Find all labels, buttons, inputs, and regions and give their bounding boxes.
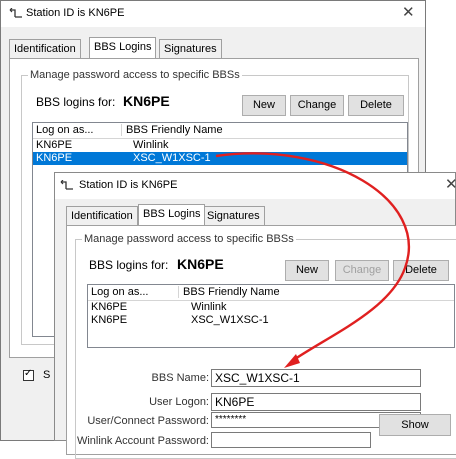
app-icon <box>60 180 73 190</box>
front-group-label: Manage password access to specific BBSs <box>82 233 296 245</box>
back-row1-logon: KN6PE <box>36 139 73 151</box>
list-item[interactable]: KN6PE Winlink <box>88 301 454 314</box>
bbs-name-field[interactable]: XSC_W1XSC-1 <box>211 369 421 387</box>
back-col-friendly[interactable]: BBS Friendly Name <box>121 124 223 136</box>
front-tab-strip: Identification BBS Logins Signatures <box>55 204 455 226</box>
list-item-selected[interactable]: KN6PE XSC_W1XSC-1 <box>33 152 407 165</box>
back-window-title: Station ID is KN6PE <box>26 7 125 19</box>
front-close-icon[interactable]: ✕ <box>445 176 456 194</box>
back-tab-identification[interactable]: Identification <box>9 39 81 58</box>
back-row2-friendly: XSC_W1XSC-1 <box>133 152 211 164</box>
app-icon <box>9 8 22 18</box>
front-new-button[interactable]: New <box>285 260 329 281</box>
front-logins-label: BBS logins for: <box>89 258 169 272</box>
front-callsign: KN6PE <box>177 256 224 272</box>
back-title-bar: Station ID is KN6PE ✕ <box>1 1 425 27</box>
back-checkbox[interactable] <box>23 368 34 381</box>
front-change-button: Change <box>335 260 389 281</box>
back-tab-bbs-logins[interactable]: BBS Logins <box>89 37 157 58</box>
back-footer-text: S <box>43 369 51 381</box>
front-tab-bbs-logins[interactable]: BBS Logins <box>138 204 206 225</box>
front-col-friendly[interactable]: BBS Friendly Name <box>178 286 280 298</box>
back-col-logon[interactable]: Log on as... <box>36 124 94 136</box>
password-label: User/Connect Password: <box>87 415 209 427</box>
back-row1-friendly: Winlink <box>133 139 169 151</box>
back-tab-strip: Identification BBS Logins Signatures <box>1 37 425 59</box>
front-title-bar: Station ID is KN6PE ✕ <box>55 173 456 199</box>
show-password-button[interactable]: Show <box>379 414 451 436</box>
back-new-button[interactable]: New <box>242 95 286 116</box>
user-logon-label: User Logon: <box>149 396 209 408</box>
front-row2-friendly: XSC_W1XSC-1 <box>191 314 269 326</box>
front-dialog-window: Station ID is KN6PE ✕ Identification BBS… <box>54 172 456 459</box>
front-window-title: Station ID is KN6PE <box>79 179 178 191</box>
back-group-label: Manage password access to specific BBSs <box>28 69 242 81</box>
back-close-icon[interactable]: ✕ <box>402 4 415 22</box>
front-tab-signatures[interactable]: Signatures <box>202 206 265 225</box>
front-delete-button[interactable]: Delete <box>393 260 449 281</box>
list-item[interactable]: KN6PE XSC_W1XSC-1 <box>88 314 454 327</box>
winlink-password-label: Winlink Account Password: <box>76 435 209 447</box>
front-bbs-list[interactable]: Log on as... BBS Friendly Name KN6PE Win… <box>87 284 455 348</box>
user-logon-field[interactable]: KN6PE <box>211 393 421 411</box>
front-list-header: Log on as... BBS Friendly Name <box>88 285 454 301</box>
front-tab-identification[interactable]: Identification <box>66 206 138 225</box>
bbs-name-label: BBS Name: <box>151 372 209 384</box>
list-item[interactable]: KN6PE Winlink <box>33 139 407 152</box>
back-change-button[interactable]: Change <box>290 95 344 116</box>
front-tab-panel: Manage password access to specific BBSs … <box>66 225 456 459</box>
back-list-header: Log on as... BBS Friendly Name <box>33 123 407 139</box>
front-row2-logon: KN6PE <box>91 314 128 326</box>
winlink-password-field[interactable] <box>211 432 371 448</box>
back-row2-logon: KN6PE <box>36 152 73 164</box>
front-row1-logon: KN6PE <box>91 301 128 313</box>
back-logins-label: BBS logins for: <box>36 95 116 109</box>
back-delete-button[interactable]: Delete <box>348 95 404 116</box>
back-tab-signatures[interactable]: Signatures <box>159 39 222 58</box>
front-row1-friendly: Winlink <box>191 301 227 313</box>
back-callsign: KN6PE <box>123 93 170 109</box>
front-col-logon[interactable]: Log on as... <box>91 286 149 298</box>
